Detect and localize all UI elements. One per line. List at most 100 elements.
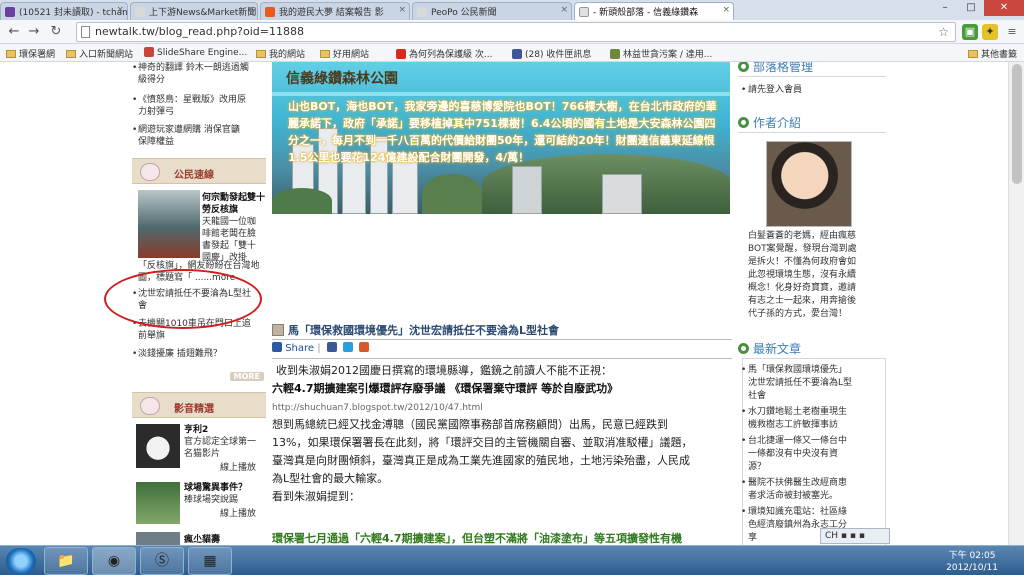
video-icon: [140, 397, 160, 415]
news-link-cont[interactable]: 級得分: [138, 74, 262, 86]
latest-post-link-cont[interactable]: 沈世宏請抵任不要淪為L型: [748, 377, 880, 390]
post-subheading: 六輕4.7期擴建案引爆環評存廢爭議 《環保署棄守環評 等於自廢武功》: [272, 382, 619, 395]
clock[interactable]: 下午 02:05 2012/10/11: [946, 550, 998, 574]
close-tab-icon[interactable]: ×: [398, 5, 406, 15]
bookmark-star-icon[interactable]: ☆: [938, 23, 949, 41]
news-link[interactable]: • 《憤怒鳥：星戰版》改用原: [132, 94, 262, 106]
video-title[interactable]: 瘋尐貓壽: [184, 534, 266, 545]
bookmark-folder[interactable]: 好用網站: [320, 47, 369, 60]
system-tray: 下午 02:05 2012/10/11: [820, 548, 1020, 574]
latest-post-link[interactable]: • 台北捷運一條又一條台中: [741, 435, 880, 448]
author-bio: 概念！化身好奇寶寶，邀請: [748, 283, 857, 293]
latest-post-link[interactable]: • 馬「環保救國環境優先」: [741, 364, 880, 377]
tree-shape: [422, 174, 482, 214]
facebook-icon[interactable]: [326, 342, 337, 352]
explorer-taskbar-icon[interactable]: 📁: [44, 547, 88, 575]
web-page: • 神奇的翻譯 鈴木一朗逃過觸 級得分 • 《憤怒鳥：星戰版》改用原 力射彈弓 • 網…: [0, 62, 1024, 545]
feature-thumbnail[interactable]: [138, 190, 200, 258]
share-button[interactable]: Share: [285, 343, 314, 354]
citizen-list-item-cont[interactable]: 前舉旗: [138, 330, 262, 342]
page-icon: [81, 26, 90, 38]
bookmark-link[interactable]: 為何列為保護級 次...: [396, 47, 492, 60]
back-icon[interactable]: ←: [6, 24, 22, 40]
news-link-cont[interactable]: 保障權益: [138, 136, 262, 148]
bookmark-folder[interactable]: 我的網站: [256, 47, 305, 60]
share-icon[interactable]: [272, 342, 282, 352]
extension-icon[interactable]: ✦: [982, 24, 998, 40]
feature-title[interactable]: 何宗勳發起雙十勞反核旗: [202, 192, 266, 216]
tab-peopo[interactable]: PeoPo 公民新聞 ×: [412, 2, 572, 20]
reload-icon[interactable]: ↻: [48, 24, 64, 40]
video-thumbnail[interactable]: [136, 424, 180, 468]
feature-text: 啡館老闆在臉: [202, 229, 257, 239]
tab-report[interactable]: 我的遊民大夢 結案報告 影 ×: [260, 2, 410, 20]
twitter-icon[interactable]: [342, 342, 353, 352]
forward-icon[interactable]: →: [26, 24, 42, 40]
tab-newtalk-active[interactable]: - 新頭殼部落 - 信義綠鑽森 ×: [574, 2, 734, 20]
video-thumbnail[interactable]: [136, 482, 180, 524]
video-thumbnail[interactable]: [136, 532, 180, 545]
wrench-menu-icon[interactable]: ≡: [1004, 24, 1020, 40]
extension-icon[interactable]: ▣: [962, 24, 978, 40]
source-link[interactable]: http://shuchuan7.blogspot.tw/2012/10/47.…: [272, 400, 732, 417]
taskbar: 📁 ◉ Ⓢ ▦ 下午 02:05 2012/10/11: [0, 545, 1024, 575]
vertical-scrollbar[interactable]: [1008, 62, 1024, 545]
news-link[interactable]: • 神奇的翻譯 鈴木一朗逃過觸: [132, 62, 262, 74]
video-title[interactable]: 亨利2: [184, 424, 264, 436]
post-paragraph: 想到馬總統已經又找金溥聰（國民黨國際事務部首席務顧問）出馬，民意已經跌到: [272, 418, 668, 431]
address-bar[interactable]: newtalk.tw/blog_read.php?oid=11888 ☆: [76, 22, 956, 42]
ime-language-bar[interactable]: CH ▪ ▪ ▪: [820, 528, 890, 544]
tab-yahoo-mail[interactable]: (10521 封未讀取) - tchan ×: [0, 2, 128, 20]
bookmarks-bar: 環保署網 入口新聞網站 SlideShare Engine... 我的網站 好用…: [0, 44, 1024, 62]
post-paragraph: 看到朱淑娟提到：: [272, 490, 360, 503]
bookmark-link[interactable]: SlideShare Engine...: [144, 47, 247, 58]
plurk-icon[interactable]: [359, 342, 370, 352]
latest-post-link-cont[interactable]: 社會: [748, 390, 880, 403]
latest-post-link-cont[interactable]: 源？: [748, 461, 880, 474]
bookmark-link[interactable]: 林益世貪污案 / 達用...: [610, 47, 712, 60]
play-online-link[interactable]: 線上播放: [220, 508, 266, 520]
divider: [272, 358, 732, 359]
close-window-icon[interactable]: ✕: [984, 0, 1024, 16]
post-title[interactable]: 馬「環保救國環境優先」沈世宏請抵任不要淪為L型社會: [272, 322, 732, 338]
start-button[interactable]: [6, 548, 36, 574]
minimize-icon[interactable]: –: [932, 0, 958, 16]
close-tab-icon[interactable]: ×: [116, 5, 124, 15]
news-link-cont[interactable]: 力射彈弓: [138, 106, 262, 118]
latest-post-link[interactable]: • 環境知識充電站：社區綠: [741, 506, 880, 519]
maximize-icon[interactable]: □: [958, 0, 984, 16]
slideshare-icon: [144, 47, 154, 57]
tab-news-market[interactable]: 上下游News&Market新聞 ×: [130, 2, 258, 20]
citizen-list-item[interactable]: • 淡錢擾廉 插翅難飛？: [132, 348, 262, 360]
feature-text: 天龍國一位咖: [202, 217, 257, 227]
scrollbar-thumb[interactable]: [1012, 64, 1022, 184]
news-link[interactable]: • 網遊玩家遭網購 消保官籲: [132, 124, 262, 136]
building-shape: [602, 174, 642, 214]
latest-post-link-cont[interactable]: 者求活命被封被塞光。: [748, 490, 880, 503]
bookmark-folder[interactable]: 入口新聞網站: [66, 47, 133, 60]
latest-post-link[interactable]: • 水刀鑽地鬆土老樹重現生: [741, 406, 880, 419]
yahoo-favicon-icon: [5, 7, 15, 17]
bookmark-folder[interactable]: 環保署網: [6, 47, 55, 60]
tv-icon: [140, 163, 160, 181]
author-bio: 此忽視環境生態，沒有永續: [748, 270, 857, 280]
video-title[interactable]: 球場驚異事件？: [184, 482, 266, 494]
author-bio: 是拆火！不懂為何政府會如: [748, 257, 857, 267]
close-tab-icon[interactable]: ×: [246, 5, 254, 15]
other-bookmarks[interactable]: 其他書籤: [968, 47, 1017, 60]
paint-taskbar-icon[interactable]: ▦: [188, 547, 232, 575]
chrome-taskbar-icon[interactable]: ◉: [92, 547, 136, 575]
folder-icon: [968, 50, 978, 58]
play-online-link[interactable]: 線上播放: [220, 462, 266, 474]
close-tab-icon[interactable]: ×: [560, 5, 568, 15]
login-link[interactable]: • 請先登入會員: [741, 84, 880, 97]
close-tab-icon[interactable]: ×: [722, 5, 730, 15]
banner-strip: [272, 92, 730, 96]
more-button[interactable]: MORE: [229, 372, 264, 381]
video-desc: 官方認定全球第一: [184, 437, 257, 447]
skype-taskbar-icon[interactable]: Ⓢ: [140, 547, 184, 575]
bookmark-link[interactable]: (28) 收件匣訊息: [512, 47, 591, 60]
latest-post-link[interactable]: • 醫院不扶佛醫生改經商患: [741, 477, 880, 490]
latest-post-link-cont[interactable]: 一條都沒有中央沒有資: [748, 448, 880, 461]
latest-post-link-cont[interactable]: 機救樹志工許敏揮事訪: [748, 419, 880, 432]
